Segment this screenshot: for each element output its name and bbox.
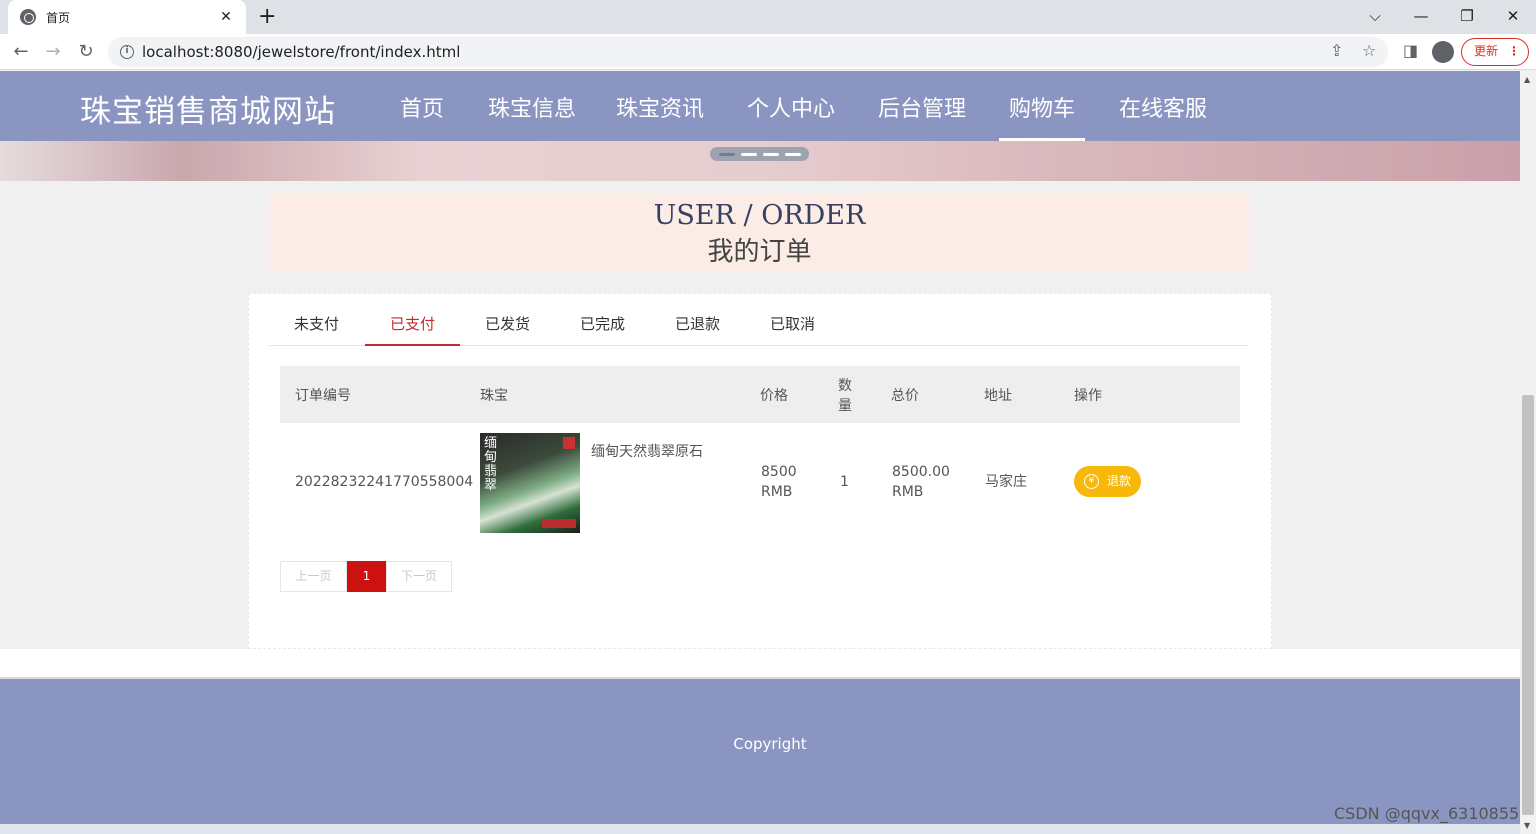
update-button[interactable]: 更新 ⋮	[1461, 38, 1529, 66]
nav-home[interactable]: 首页	[400, 91, 444, 141]
tab-refunded[interactable]: 已退款	[650, 310, 745, 346]
watermark-text: CSDN @qqvx_6310855	[1334, 804, 1520, 823]
page-title-cn: 我的订单	[707, 237, 812, 267]
page-number-current[interactable]: 1	[347, 561, 386, 592]
carousel-indicators	[710, 147, 809, 161]
footer-spacer	[0, 649, 1520, 677]
scroll-up-arrow-icon[interactable]: ▲	[1524, 75, 1530, 84]
order-status-tabs: 未支付 已支付 已发货 已完成 已退款 已取消	[269, 310, 1249, 346]
table-header: 订单编号 珠宝 价格 数 量 总价 地址 操作	[280, 366, 1240, 423]
site-info-icon[interactable]: i	[120, 45, 134, 59]
site-footer: Copyright	[0, 677, 1520, 834]
page-title-box: USER / ORDER 我的订单	[269, 194, 1250, 272]
total-value: 8500.00	[892, 464, 950, 480]
pagination: 上一页 1 下一页	[280, 561, 452, 592]
nav-jewel-info[interactable]: 珠宝信息	[488, 91, 576, 141]
nav-jewel-news[interactable]: 珠宝资讯	[616, 91, 704, 141]
nav-cart[interactable]: 购物车	[998, 91, 1086, 141]
col-price: 价格	[760, 388, 788, 404]
col-qty-line1: 数	[838, 378, 852, 394]
update-label: 更新	[1474, 44, 1499, 58]
nav-admin[interactable]: 后台管理	[878, 91, 966, 141]
prev-page-button[interactable]: 上一页	[280, 561, 347, 592]
order-number: 20228232241770558004	[295, 474, 474, 490]
quantity: 1	[840, 474, 849, 490]
browser-toolbar: ← → ↻ i localhost:8080/jewelstore/front/…	[0, 34, 1536, 70]
orders-card: 未支付 已支付 已发货 已完成 已退款 已取消 订单编号 珠宝 价格 数 量 总…	[248, 293, 1272, 649]
site-header: 珠宝销售商城网站 首页 珠宝信息 珠宝资讯 个人中心 后台管理 购物车 在线客服	[0, 71, 1520, 141]
page-scrollbar[interactable]: ▲ ▼	[1520, 71, 1536, 834]
col-action: 操作	[1074, 388, 1102, 404]
page-viewport: 珠宝销售商城网站 首页 珠宝信息 珠宝资讯 个人中心 后台管理 购物车 在线客服…	[0, 71, 1520, 834]
tab-shipped[interactable]: 已发货	[460, 310, 555, 346]
col-total: 总价	[891, 388, 919, 404]
scrollbar-thumb[interactable]	[1522, 395, 1534, 815]
yen-icon: ¥	[1084, 474, 1099, 489]
carousel-dot[interactable]	[784, 152, 801, 156]
col-jewel: 珠宝	[480, 388, 508, 404]
nav-customer-service[interactable]: 在线客服	[1119, 91, 1207, 141]
col-qty-line2: 量	[838, 398, 852, 414]
address: 马家庄	[985, 474, 1027, 490]
product-image[interactable]: 缅甸翡翠	[480, 433, 580, 533]
tab-close-icon[interactable]: ✕	[218, 9, 234, 25]
side-panel-icon[interactable]: ◨	[1403, 41, 1418, 60]
carousel-dot[interactable]	[740, 152, 757, 156]
bookmark-star-icon[interactable]: ☆	[1362, 41, 1376, 60]
browser-tabstrip: 首页 ✕ + ⌵ — ❐ ✕	[0, 0, 1536, 34]
new-tab-button[interactable]: +	[258, 5, 276, 29]
reload-icon[interactable]: ↻	[73, 39, 99, 65]
banner-carousel	[0, 141, 1520, 181]
more-menu-icon[interactable]: ⋮	[1508, 39, 1520, 64]
tab-title: 首页	[46, 10, 71, 25]
page-title-en: USER / ORDER	[653, 200, 866, 231]
close-window-button[interactable]: ✕	[1490, 4, 1536, 28]
next-page-button[interactable]: 下一页	[386, 561, 452, 592]
browser-tab[interactable]: 首页 ✕	[8, 0, 246, 34]
tab-search-icon[interactable]: ⌵	[1352, 4, 1398, 28]
col-address: 地址	[984, 388, 1012, 404]
url-text: localhost:8080/jewelstore/front/index.ht…	[142, 43, 461, 61]
address-bar[interactable]: i localhost:8080/jewelstore/front/index.…	[108, 37, 1388, 67]
globe-icon	[20, 9, 36, 25]
copyright-text: Copyright	[733, 735, 807, 753]
os-taskbar	[0, 824, 1520, 834]
product-image-text: 缅甸翡翠	[484, 436, 498, 493]
total-unit: RMB	[892, 484, 924, 500]
minimize-button[interactable]: —	[1398, 4, 1444, 28]
carousel-dot[interactable]	[718, 152, 735, 156]
col-order-no: 订单编号	[295, 388, 351, 404]
seal-mark	[563, 437, 575, 449]
carousel-dot[interactable]	[762, 152, 779, 156]
price-unit: RMB	[761, 484, 793, 500]
restore-button[interactable]: ❐	[1444, 4, 1490, 28]
price-value: 8500	[761, 464, 797, 480]
share-icon[interactable]: ⇪	[1330, 41, 1343, 60]
back-arrow-icon[interactable]: ←	[8, 39, 34, 65]
forward-arrow-icon[interactable]: →	[40, 39, 66, 65]
tab-paid[interactable]: 已支付	[365, 310, 460, 346]
profile-avatar-icon[interactable]	[1432, 41, 1454, 63]
tab-completed[interactable]: 已完成	[555, 310, 650, 346]
tab-unpaid[interactable]: 未支付	[269, 310, 364, 346]
scroll-down-arrow-icon[interactable]: ▼	[1524, 821, 1530, 830]
site-title: 珠宝销售商城网站	[80, 94, 336, 130]
image-label-band	[542, 519, 576, 528]
refund-button[interactable]: ¥ 退款	[1074, 466, 1141, 497]
product-name[interactable]: 缅甸天然翡翠原石	[591, 442, 703, 462]
tab-cancelled[interactable]: 已取消	[745, 310, 840, 346]
nav-personal-center[interactable]: 个人中心	[747, 91, 835, 141]
refund-label: 退款	[1107, 474, 1132, 488]
